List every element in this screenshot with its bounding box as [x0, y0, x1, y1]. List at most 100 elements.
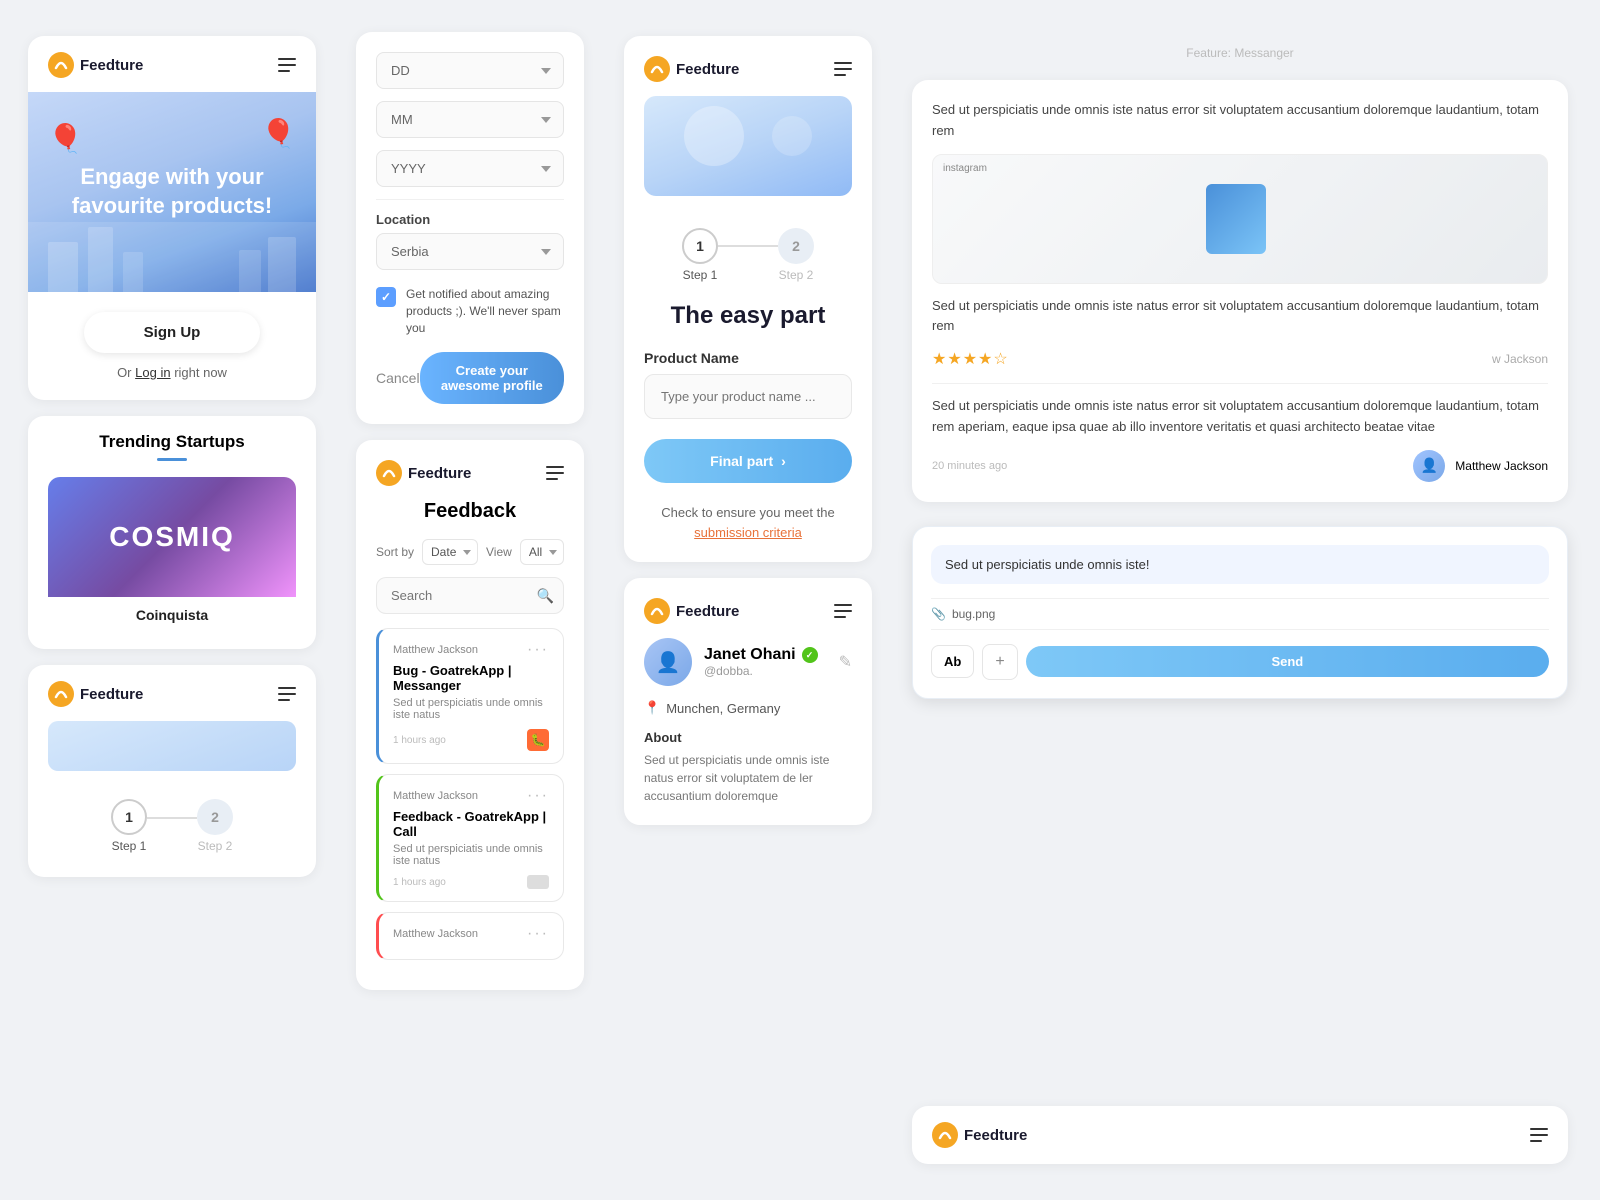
location-text: Munchen, Germany: [666, 701, 780, 716]
profile-hamburger[interactable]: [834, 604, 852, 618]
search-icon-button[interactable]: 🔍: [537, 587, 554, 604]
feedback-title: Feedback: [376, 500, 564, 523]
product-hamburger[interactable]: [834, 62, 852, 76]
login-link[interactable]: Log in: [135, 365, 170, 380]
step2-circle: 2: [197, 799, 233, 835]
thumb-content: [1196, 174, 1284, 264]
profile-card: Feedture 👤 Janet Ohani ✓ @dobba. ✎: [624, 578, 872, 825]
profile-feedture-icon: [644, 598, 670, 624]
startup-name-big: COSMIQ: [109, 521, 235, 553]
form-btn-row: Cancel Create your awesome profile: [376, 352, 564, 404]
hero-banner: 🎈 🎈 Engage with your favourite products!: [28, 92, 316, 292]
mini-step2-label: Step 2: [198, 839, 233, 853]
reviewer-time: 20 minutes ago: [932, 460, 1007, 472]
sort-row: Sort by Date View All: [376, 539, 564, 565]
create-profile-button[interactable]: Create your awesome profile: [420, 352, 564, 404]
fi-3-author: Matthew Jackson: [393, 928, 478, 940]
plus-button[interactable]: +: [982, 644, 1017, 680]
trending-title: Trending Startups: [48, 432, 296, 452]
fi-1-header: Matthew Jackson ···: [393, 641, 549, 659]
feedback-item-3[interactable]: Matthew Jackson ···: [376, 912, 564, 960]
stars-row: ★★★★☆ w Jackson: [932, 349, 1548, 369]
feedback-card: Feedture Feedback Sort by Date View All: [356, 440, 584, 990]
city-building1: [48, 242, 78, 292]
step2-main-label: Step 2: [779, 268, 814, 282]
location-pin-icon: 📍: [644, 700, 660, 716]
review2-text: Sed ut perspiciatis unde omnis iste natu…: [932, 396, 1548, 438]
fi-1-footer: 1 hours ago 🐛: [393, 729, 549, 751]
note-badge: [527, 875, 549, 889]
product-hero-banner: [644, 96, 852, 196]
profile-logo-text: Feedture: [676, 603, 739, 620]
signup-button[interactable]: Sign Up: [84, 312, 261, 353]
dd-select[interactable]: DD: [376, 52, 564, 89]
reviewer-info: Matthew Jackson: [1455, 459, 1548, 473]
step-2-item: 2 Step 2: [778, 228, 814, 282]
feedback-logo-text: Feedture: [408, 465, 471, 482]
view-select[interactable]: All: [520, 539, 564, 565]
step-connector: [147, 817, 197, 819]
mini-step-1: 1 Step 1: [111, 799, 147, 853]
fi-2-body: Sed ut perspiciatis unde omnis iste natu…: [393, 843, 549, 867]
form-divider: [376, 199, 564, 200]
edit-icon[interactable]: ✎: [839, 652, 852, 672]
location-select[interactable]: Serbia: [376, 233, 564, 270]
product-name-input[interactable]: [644, 374, 852, 419]
step1-main-label: Step 1: [683, 268, 718, 282]
instagram-label: instagram: [943, 163, 987, 174]
reviews-card: Sed ut perspiciatis unde omnis iste natu…: [912, 80, 1568, 502]
notify-checkbox[interactable]: [376, 287, 396, 307]
chat-bubble: Sed ut perspiciatis unde omnis iste!: [931, 545, 1549, 584]
about-label: About: [644, 730, 852, 745]
fi-3-header: Matthew Jackson ···: [393, 925, 549, 943]
col-5: Feature: Messanger Sed ut perspiciatis u…: [896, 16, 1588, 1184]
city-building2: [88, 227, 113, 292]
easy-part-title: The easy part: [644, 302, 852, 330]
fi-1-dots[interactable]: ···: [527, 641, 549, 659]
checkbox-row: Get notified about amazing products ;). …: [376, 286, 564, 336]
feature-label: Feature: Messanger: [912, 36, 1568, 64]
yyyy-select[interactable]: YYYY: [376, 150, 564, 187]
cancel-button[interactable]: Cancel: [376, 370, 420, 386]
attachment-icon: 📎: [931, 607, 946, 621]
final-part-button[interactable]: Final part ›: [644, 439, 852, 483]
mini-logo-row: Feedture: [48, 681, 296, 707]
submission-note-text: Check to ensure you meet the: [661, 505, 834, 520]
send-button[interactable]: Send: [1026, 646, 1549, 677]
arrow-icon: ›: [781, 453, 786, 469]
reviewer-name-2: Matthew Jackson: [1455, 459, 1548, 473]
dd-row: DD: [376, 52, 564, 89]
bottom-hamburger[interactable]: [1530, 1128, 1548, 1142]
sort-select[interactable]: Date: [422, 539, 478, 565]
thumb-inner: instagram: [933, 155, 1547, 283]
location-label: Location: [376, 212, 564, 227]
feedture-logo-icon: [48, 52, 74, 78]
feedback-logo-row: Feedture: [376, 460, 564, 486]
location-row: Serbia: [376, 233, 564, 270]
feedback-item-1[interactable]: Matthew Jackson ··· Bug - GoatrekApp | M…: [376, 628, 564, 764]
submission-criteria-link[interactable]: submission criteria: [694, 525, 802, 540]
mini-hamburger[interactable]: [278, 687, 296, 701]
feedback-hamburger[interactable]: [546, 466, 564, 480]
fi-1-body: Sed ut perspiciatis unde omnis iste natu…: [393, 697, 549, 721]
step1-circle: 1: [111, 799, 147, 835]
profile-location: 📍 Munchen, Germany: [644, 700, 852, 716]
fi-2-title: Feedback - GoatrekApp | Call: [393, 809, 549, 839]
fi-1-time: 1 hours ago: [393, 735, 446, 746]
chat-input-row: Ab + Send: [931, 644, 1549, 680]
fi-3-dots[interactable]: ···: [527, 925, 549, 943]
feedback-item-2[interactable]: Matthew Jackson ··· Feedback - GoatrekAp…: [376, 774, 564, 902]
thumb-img1: [1206, 184, 1266, 254]
hero-shape2: [772, 116, 812, 156]
mm-select[interactable]: MM: [376, 101, 564, 138]
product-card: Feedture 1 Step 1 2 Step 2: [624, 36, 872, 562]
verified-badge: ✓: [802, 647, 818, 663]
step1-circle-main: 1: [682, 228, 718, 264]
yyyy-row: YYYY: [376, 150, 564, 187]
logo: Feedture: [48, 52, 143, 78]
startup-card[interactable]: COSMIQ Coinquista: [48, 477, 296, 629]
fi-2-dots[interactable]: ···: [527, 787, 549, 805]
ab-button[interactable]: Ab: [931, 645, 974, 678]
hamburger-menu[interactable]: [278, 58, 296, 72]
fi-1-author: Matthew Jackson: [393, 644, 478, 656]
